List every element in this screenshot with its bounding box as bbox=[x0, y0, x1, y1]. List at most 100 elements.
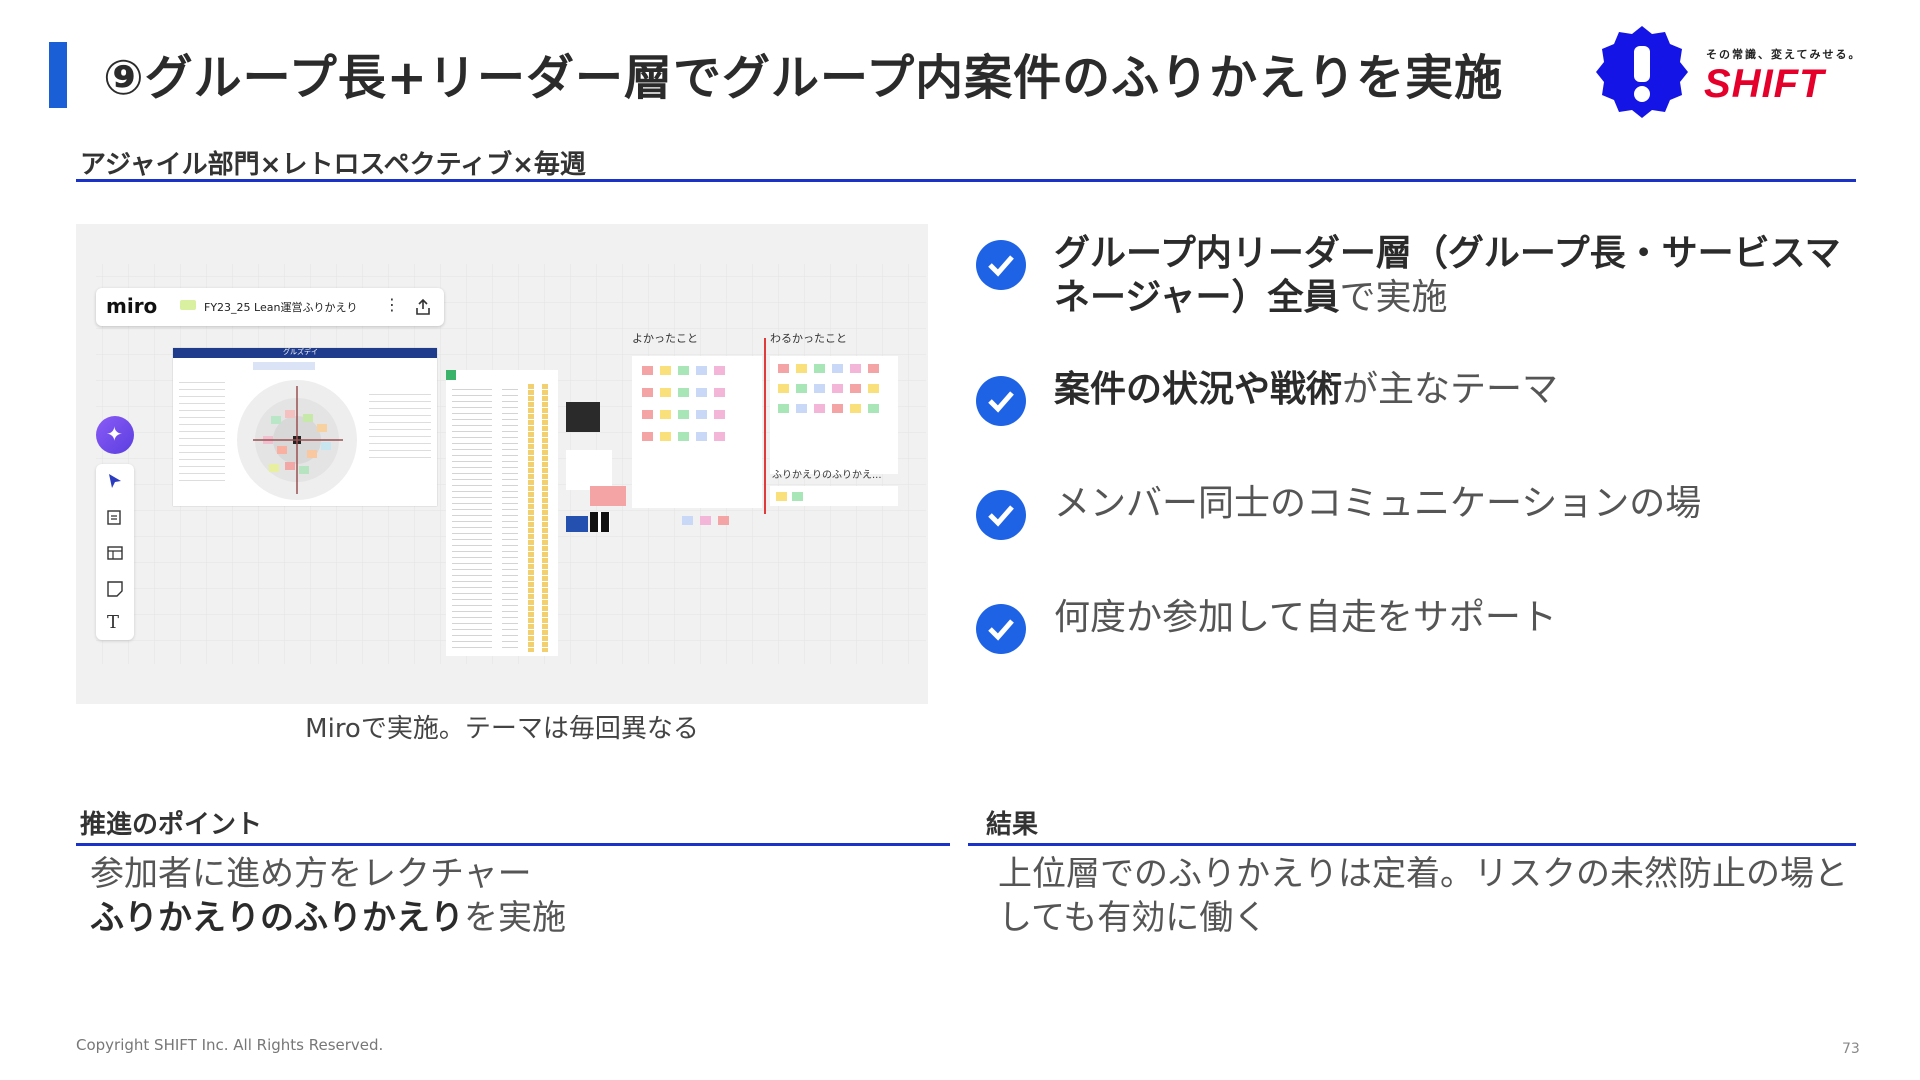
points-line-2: ふりかえりのふりかえりを実施 bbox=[90, 898, 566, 938]
radar-chart-graphic bbox=[237, 380, 357, 500]
logo-tagline: その常識、変えてみせる。 bbox=[1706, 48, 1862, 61]
divider-line bbox=[764, 338, 766, 514]
frame-header-text: グルズデイ bbox=[283, 348, 318, 356]
points-heading: 推進のポイント bbox=[80, 810, 263, 840]
pink-note-cluster bbox=[590, 486, 626, 506]
sticky-note bbox=[660, 432, 671, 441]
sticky-note bbox=[678, 366, 689, 375]
frame-label: ふりかえりのふりかえ... bbox=[772, 470, 882, 481]
screenshot-caption: Miroで実施。テーマは毎回異なる bbox=[305, 714, 699, 744]
bullet-text: 案件の状況や戦術が主なテーマ bbox=[1054, 369, 1559, 410]
sticky-note bbox=[682, 516, 693, 525]
results-heading: 結果 bbox=[986, 810, 1039, 840]
select-cursor-icon[interactable] bbox=[106, 472, 124, 490]
sticky-note bbox=[696, 366, 707, 375]
sticky-note bbox=[814, 384, 825, 393]
sticky-note bbox=[660, 366, 671, 375]
check-circle-icon bbox=[976, 604, 1026, 654]
sticky-note bbox=[718, 516, 729, 525]
logo-brand: SHIFT bbox=[1704, 62, 1825, 106]
sticky-note bbox=[642, 388, 653, 397]
miro-top-bar: miro FY23_25 Lean運営ふりかえり ⋮ bbox=[96, 288, 444, 326]
points-body: 参加者に進め方をレクチャー ふりかえりのふりかえりを実施 bbox=[90, 852, 566, 940]
qr-icon bbox=[590, 512, 610, 532]
ai-assist-icon[interactable]: ✦ bbox=[96, 416, 134, 454]
title-accent-bar bbox=[49, 42, 67, 108]
share-icon[interactable] bbox=[414, 298, 432, 316]
sticky-note bbox=[660, 410, 671, 419]
sticky-note bbox=[714, 366, 725, 375]
table-col-b bbox=[502, 384, 518, 652]
board-thumbnail-icon bbox=[180, 300, 196, 310]
sticky-note bbox=[850, 404, 861, 413]
sticky-note bbox=[714, 432, 725, 441]
check-circle-icon bbox=[976, 490, 1026, 540]
bullet-item: グループ内リーダー層（グループ長・サービスマネージャー）全員で実施 bbox=[976, 232, 1876, 322]
miro-logo: miro bbox=[106, 294, 158, 318]
sticky-note bbox=[814, 364, 825, 373]
table-col-d bbox=[542, 384, 548, 652]
frame-text-left bbox=[179, 376, 225, 486]
sticky-note bbox=[778, 404, 789, 413]
more-icon[interactable]: ⋮ bbox=[384, 295, 400, 314]
sticky-note bbox=[660, 388, 671, 397]
sticky-note bbox=[832, 384, 843, 393]
sticky-note-icon[interactable] bbox=[106, 580, 124, 598]
sticky-note bbox=[678, 388, 689, 397]
sticky-note bbox=[696, 432, 707, 441]
frame-header: グルズデイ bbox=[173, 348, 437, 358]
retro-column-bad bbox=[770, 356, 898, 474]
sticky-note bbox=[714, 410, 725, 419]
section-subtitle: アジャイル部門×レトロスペクティブ×毎週 bbox=[80, 150, 586, 180]
diagram-card bbox=[566, 450, 612, 490]
check-circle-icon bbox=[976, 376, 1026, 426]
subtitle-rule bbox=[76, 179, 1856, 182]
miro-board-screenshot: miro FY23_25 Lean運営ふりかえり ⋮ ✦ T グルズデイ よかっ… bbox=[76, 224, 928, 704]
exclamation-badge-icon bbox=[1596, 26, 1688, 118]
sticky-note bbox=[678, 410, 689, 419]
bullet-item: 何度か参加して自走をサポート bbox=[976, 596, 1876, 686]
sticky-note bbox=[814, 404, 825, 413]
sticky-note bbox=[792, 492, 803, 501]
table-col-c bbox=[528, 384, 534, 652]
copyright: Copyright SHIFT Inc. All Rights Reserved… bbox=[76, 1036, 384, 1054]
bullet-item: メンバー同士のコミュニケーションの場 bbox=[976, 482, 1876, 572]
bullet-text: グループ内リーダー層（グループ長・サービスマネージャー）全員で実施 bbox=[1054, 233, 1841, 318]
sticky-note bbox=[678, 432, 689, 441]
miro-toolbar: T bbox=[96, 464, 134, 640]
results-body: 上位層でのふりかえりは定着。リスクの未然防止の場としても有効に働く bbox=[998, 854, 1848, 938]
bullet-item: 案件の状況や戦術が主なテーマ bbox=[976, 368, 1876, 458]
sticky-note bbox=[776, 492, 787, 501]
column-good-label: よかったこと bbox=[632, 332, 698, 345]
shift-logo: その常識、変えてみせる。 SHIFT bbox=[1594, 24, 1876, 120]
sticky-note bbox=[714, 388, 725, 397]
sticky-note bbox=[832, 404, 843, 413]
image-thumb bbox=[566, 516, 588, 532]
frame-icon[interactable] bbox=[106, 544, 124, 562]
board-table bbox=[446, 370, 558, 656]
template-icon[interactable] bbox=[106, 508, 124, 526]
sticky-note bbox=[778, 364, 789, 373]
sticky-note bbox=[868, 364, 879, 373]
slide-title: ⑨グループ長+リーダー層でグループ内案件のふりかえりを実施 bbox=[103, 50, 1504, 106]
points-rule bbox=[76, 843, 950, 846]
check-circle-icon bbox=[976, 240, 1026, 290]
text-tool-icon[interactable]: T bbox=[107, 612, 119, 633]
sticky-note bbox=[850, 364, 861, 373]
sheet-icon bbox=[446, 370, 456, 380]
sticky-note bbox=[796, 404, 807, 413]
board-title[interactable]: FY23_25 Lean運営ふりかえり bbox=[204, 299, 357, 315]
retro-column-meta bbox=[770, 486, 898, 506]
sticky-note bbox=[832, 364, 843, 373]
sticky-note bbox=[696, 388, 707, 397]
sticky-note bbox=[850, 384, 861, 393]
sticky-note bbox=[778, 384, 789, 393]
bullet-text: 何度か参加して自走をサポート bbox=[1054, 597, 1557, 638]
points-line-1: 参加者に進め方をレクチャー bbox=[90, 854, 532, 894]
sticky-note bbox=[868, 404, 879, 413]
page-number: 73 bbox=[1842, 1041, 1860, 1057]
column-bad-label: わるかったこと bbox=[770, 332, 847, 345]
board-frame-doc: グルズデイ bbox=[173, 348, 437, 506]
sticky-note bbox=[696, 410, 707, 419]
table-col-a bbox=[452, 384, 492, 652]
